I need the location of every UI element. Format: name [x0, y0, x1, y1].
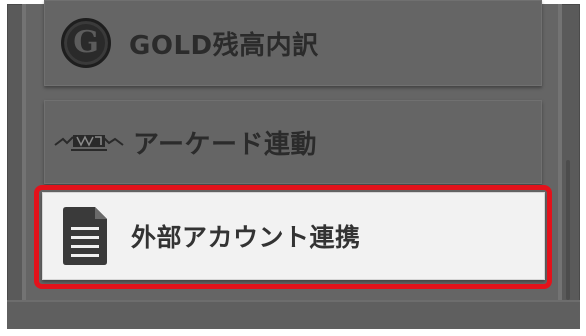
menu-bottom-edge: [7, 300, 580, 329]
menu-item-label: GOLD残高内訳: [129, 30, 319, 61]
menu-item-gold-balance[interactable]: G GOLD残高内訳: [44, 0, 542, 86]
gold-icon-letter: G: [73, 25, 99, 60]
menu-item-arcade-link[interactable]: アーケード連動: [44, 100, 542, 184]
scrollbar[interactable]: [566, 160, 570, 300]
menu-item-label: アーケード連動: [133, 129, 317, 160]
gold-coin-icon: G: [61, 18, 111, 68]
selection-highlight: [34, 185, 552, 289]
arcade-logo-icon: [54, 135, 124, 151]
